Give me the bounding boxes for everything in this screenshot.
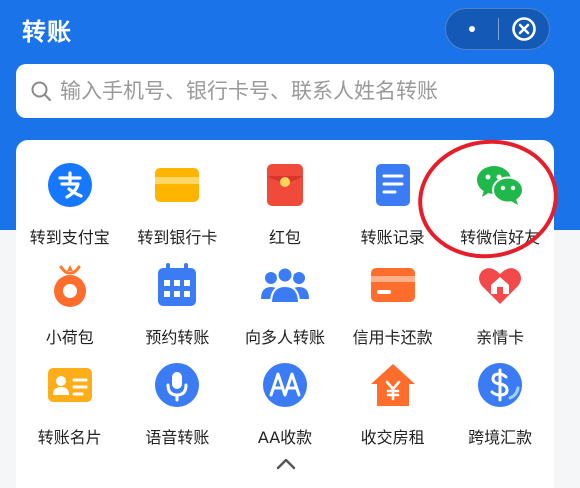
search-input[interactable] — [60, 79, 540, 103]
document-icon — [375, 164, 410, 206]
credit-card-icon — [370, 268, 415, 302]
grid-item-label: 转到银行卡 — [137, 228, 218, 247]
function-grid: 转到支付宝 转到银行卡 红包 转账记录 转微信好友 小荷包 预约转账 向多人转账… — [16, 154, 554, 454]
grid-item-alipay[interactable]: 转到支付宝 — [16, 154, 124, 254]
red-envelope-icon — [266, 164, 303, 206]
grid-item-scheduled[interactable]: 预约转账 — [124, 254, 232, 354]
collapse-button[interactable] — [275, 456, 297, 475]
grid-item-pouch[interactable]: 小荷包 — [16, 254, 124, 354]
microphone-icon — [155, 363, 200, 407]
people-icon — [260, 266, 309, 304]
alipay-icon — [47, 163, 92, 207]
pouch-icon — [53, 265, 86, 307]
grid-item-red-envelope[interactable]: 红包 — [231, 154, 339, 254]
close-circle-icon — [512, 17, 536, 41]
grid-item-label: 预约转账 — [145, 328, 210, 347]
grid-item-label: 转微信好友 — [460, 228, 541, 247]
grid-item-label: 转账名片 — [37, 428, 102, 447]
more-dots-icon — [469, 26, 475, 32]
grid-item-multi[interactable]: 向多人转账 — [231, 254, 339, 354]
more-button[interactable] — [446, 8, 498, 50]
close-button[interactable] — [499, 8, 549, 50]
grid-row: 转到支付宝 转到银行卡 红包 转账记录 转微信好友 — [16, 154, 554, 254]
grid-item-rent[interactable]: 收交房租 — [339, 354, 447, 454]
grid-item-credit-card[interactable]: 信用卡还款 — [339, 254, 447, 354]
wechat-icon — [477, 166, 525, 205]
grid-item-label: 转到支付宝 — [29, 228, 110, 247]
grid-item-label: 信用卡还款 — [352, 328, 433, 347]
grid-row: 转账名片 语音转账 AA收款 收交房租 跨境汇款 — [16, 354, 554, 454]
grid-item-label: 收交房租 — [360, 428, 425, 447]
grid-item-business-card[interactable]: 转账名片 — [16, 354, 124, 454]
grid-item-label: 小荷包 — [45, 328, 94, 347]
page-title: 转账 — [22, 18, 72, 46]
grid-item-label: 红包 — [268, 228, 301, 247]
grid-item-label: 语音转账 — [145, 428, 210, 447]
mini-program-capsule — [445, 8, 550, 50]
id-card-icon — [47, 368, 92, 402]
grid-item-wechat[interactable]: 转微信好友 — [446, 154, 554, 254]
grid-item-label: 跨境汇款 — [468, 428, 533, 447]
house-rent-icon — [370, 364, 415, 406]
cross-border-icon — [478, 363, 523, 407]
grid-item-records[interactable]: 转账记录 — [339, 154, 447, 254]
grid-item-family-card[interactable]: 亲情卡 — [446, 254, 554, 354]
grid-item-bank-card[interactable]: 转到银行卡 — [124, 154, 232, 254]
aa-icon — [262, 363, 307, 407]
chevron-up-icon — [276, 458, 296, 470]
grid-item-label: 亲情卡 — [476, 328, 525, 347]
search-bar[interactable] — [16, 64, 554, 118]
grid-item-label: 转账记录 — [360, 228, 425, 247]
grid-item-label: 向多人转账 — [244, 328, 325, 347]
grid-item-voice[interactable]: 语音转账 — [124, 354, 232, 454]
grid-item-cross-border[interactable]: 跨境汇款 — [446, 354, 554, 454]
grid-item-label: AA收款 — [257, 428, 313, 447]
calendar-icon — [158, 263, 197, 306]
grid-item-aa[interactable]: AA收款 — [231, 354, 339, 454]
family-card-icon — [479, 268, 522, 304]
search-icon — [31, 81, 51, 101]
transfer-panel: 转到支付宝 转到银行卡 红包 转账记录 转微信好友 小荷包 预约转账 向多人转账… — [16, 140, 554, 488]
bank-card-icon — [155, 168, 200, 202]
grid-row: 小荷包 预约转账 向多人转账 信用卡还款 亲情卡 — [16, 254, 554, 354]
